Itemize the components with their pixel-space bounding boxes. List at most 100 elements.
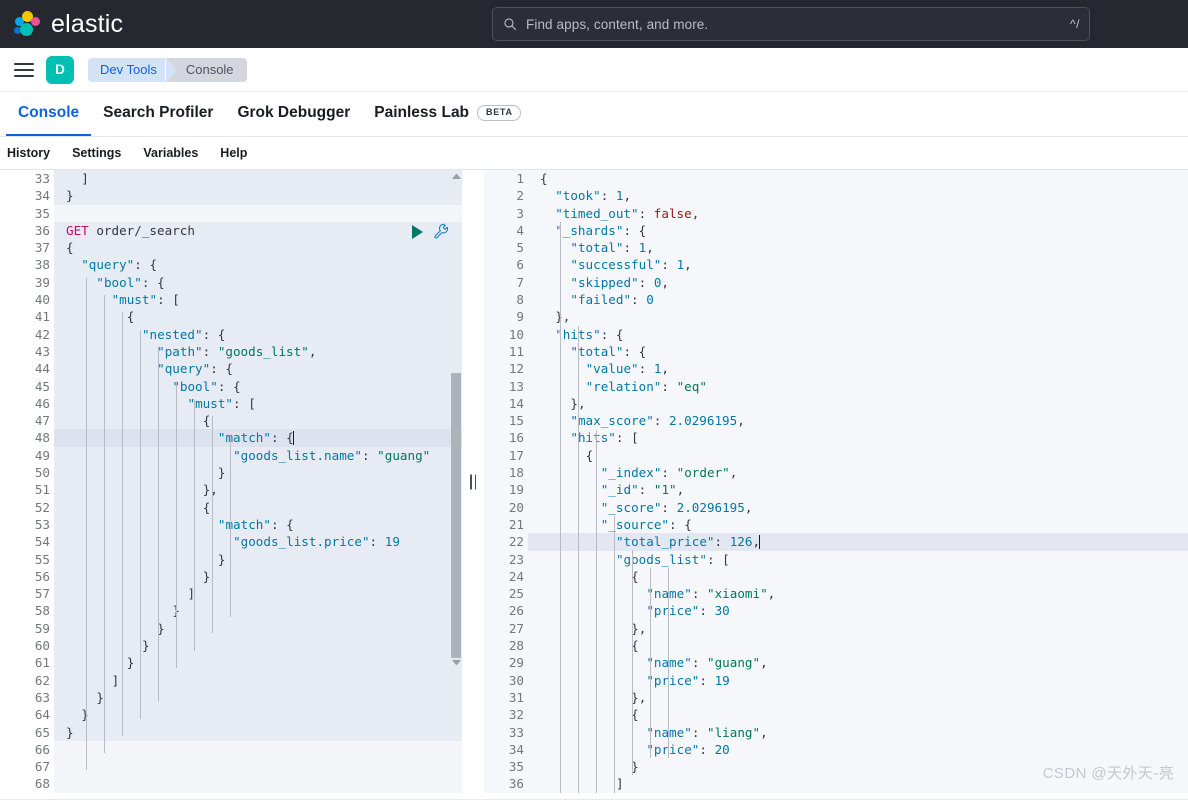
code-line[interactable]: 56▴ } [0, 567, 462, 586]
code-text[interactable]: "took": 1, [528, 187, 1188, 205]
code-line[interactable]: 14▴ }, [484, 394, 1188, 413]
code-line[interactable]: 16▾ "hits": [ [484, 429, 1188, 447]
code-line[interactable]: 21▾ "_source": { [484, 515, 1188, 534]
code-line[interactable]: 40▾ "must": [ [0, 291, 462, 309]
code-line[interactable]: 19 "_id": "1", [484, 481, 1188, 499]
code-line[interactable]: 52▾ { [0, 498, 462, 516]
code-text[interactable]: "query": { [54, 256, 462, 274]
code-text[interactable] [54, 775, 462, 793]
code-line[interactable]: 49 "goods_list.name": "guang" [0, 446, 462, 465]
code-line[interactable]: 33 "name": "liang", [484, 723, 1188, 741]
code-text[interactable]: "path": "goods_list", [54, 342, 462, 361]
code-text[interactable]: "failed": 0 [528, 291, 1188, 309]
code-text[interactable]: "total": { [528, 342, 1188, 361]
code-line[interactable]: 22 "total_price": 126, [484, 533, 1188, 551]
code-text[interactable]: GET order/_search [54, 221, 462, 240]
code-line[interactable]: 34▴} [0, 187, 462, 205]
code-text[interactable]: "goods_list": [ [528, 550, 1188, 568]
code-line[interactable]: 43 "path": "goods_list", [0, 342, 462, 361]
code-text[interactable] [54, 758, 462, 776]
code-line[interactable]: 54 "goods_list.price": 19 [0, 533, 462, 551]
code-line[interactable]: 27▴ }, [484, 619, 1188, 638]
code-text[interactable]: { [528, 706, 1188, 724]
code-line[interactable]: 26 "price": 30 [484, 602, 1188, 620]
code-text[interactable]: "_shards": { [528, 221, 1188, 240]
play-icon[interactable] [412, 224, 423, 239]
code-line[interactable]: 48▾ "match": { [0, 429, 462, 447]
code-line[interactable]: 11▾ "total": { [484, 342, 1188, 361]
request-scrollbar-thumb[interactable] [451, 373, 461, 658]
code-line[interactable]: 5 "total": 1, [484, 239, 1188, 257]
code-line[interactable]: 46▾ "must": [ [0, 394, 462, 413]
global-search[interactable]: Find apps, content, and more. ^/ [492, 7, 1090, 41]
code-text[interactable]: { [54, 239, 462, 257]
code-line[interactable]: 31▴ }, [484, 688, 1188, 707]
code-text[interactable]: "successful": 1, [528, 256, 1188, 274]
code-text[interactable]: "total": 1, [528, 239, 1188, 257]
code-text[interactable]: "must": [ [54, 394, 462, 413]
code-line[interactable]: 3 "timed_out": false, [484, 204, 1188, 222]
code-line[interactable]: 36 GET order/_search [0, 221, 462, 240]
code-text[interactable]: ] [54, 170, 462, 188]
code-text[interactable]: "skipped": 0, [528, 273, 1188, 292]
code-text[interactable]: } [54, 637, 462, 655]
code-text[interactable]: { [54, 308, 462, 326]
code-line[interactable]: 23▾ "goods_list": [ [484, 550, 1188, 568]
code-text[interactable]: "hits": [ [528, 429, 1188, 447]
code-text[interactable]: { [54, 498, 462, 516]
code-line[interactable]: 61▴ } [0, 654, 462, 672]
code-line[interactable]: 59▴ } [0, 619, 462, 638]
drag-handle-icon[interactable] [470, 474, 477, 489]
code-text[interactable]: { [528, 567, 1188, 586]
code-line[interactable]: 12 "value": 1, [484, 360, 1188, 378]
code-text[interactable]: } [54, 654, 462, 672]
code-text[interactable]: { [528, 446, 1188, 465]
code-text[interactable]: }, [528, 308, 1188, 326]
code-line[interactable]: 55▴ } [0, 550, 462, 568]
code-line[interactable]: 45▾ "bool": { [0, 377, 462, 395]
request-editor-scrollbar[interactable] [451, 170, 461, 793]
code-line[interactable]: 39▾ "bool": { [0, 273, 462, 292]
code-line[interactable]: 7 "skipped": 0, [484, 273, 1188, 292]
code-text[interactable]: } [54, 187, 462, 205]
code-text[interactable]: "match": { [54, 515, 462, 534]
code-line[interactable]: 13 "relation": "eq" [484, 377, 1188, 395]
code-text[interactable]: "nested": { [54, 325, 462, 343]
code-line[interactable]: 32▾ { [484, 706, 1188, 724]
console-request-editor[interactable]: 33▴ ]34▴}3536GET order/_search37▾{38▾ "q… [0, 170, 462, 793]
code-line[interactable]: 47▾ { [0, 412, 462, 430]
code-line[interactable]: 57▴ ] [0, 585, 462, 603]
code-text[interactable]: "price": 30 [528, 602, 1188, 620]
code-text[interactable]: }, [528, 394, 1188, 413]
code-text[interactable] [54, 204, 462, 222]
code-line[interactable]: 28▾ { [484, 637, 1188, 655]
editor-splitter[interactable] [462, 170, 484, 793]
submenu-settings[interactable]: Settings [72, 146, 121, 160]
tab-grok-debugger[interactable]: Grok Debugger [225, 92, 362, 136]
code-line[interactable]: 58▴ } [0, 602, 462, 620]
code-text[interactable]: { [528, 170, 1188, 188]
code-text[interactable]: } [54, 619, 462, 638]
code-line[interactable]: 8 "failed": 0 [484, 291, 1188, 309]
code-line[interactable]: 62▴ ] [0, 671, 462, 689]
code-line[interactable]: 60▴ } [0, 637, 462, 655]
code-line[interactable]: 34 "price": 20 [484, 740, 1188, 759]
code-line[interactable]: 10▾ "hits": { [484, 325, 1188, 343]
code-text[interactable]: ] [528, 775, 1188, 793]
code-text[interactable]: "goods_list.price": 19 [54, 533, 462, 551]
code-text[interactable]: "relation": "eq" [528, 377, 1188, 395]
space-avatar[interactable]: D [46, 55, 74, 84]
code-text[interactable]: "max_score": 2.0296195, [528, 412, 1188, 430]
code-text[interactable]: } [54, 602, 462, 620]
code-line[interactable]: 53▾ "match": { [0, 515, 462, 534]
code-text[interactable]: "total_price": 126, [528, 533, 1188, 551]
scroll-up-arrow-icon[interactable] [452, 174, 461, 179]
code-text[interactable]: { [54, 412, 462, 430]
tab-painless-lab[interactable]: Painless Lab BETA [362, 92, 532, 136]
code-text[interactable]: { [528, 637, 1188, 655]
tab-console[interactable]: Console [6, 92, 92, 136]
submenu-help[interactable]: Help [220, 146, 247, 160]
code-line[interactable]: 33▴ ] [0, 170, 462, 188]
code-line[interactable]: 67 [0, 758, 462, 776]
hamburger-menu-icon[interactable] [14, 62, 34, 77]
